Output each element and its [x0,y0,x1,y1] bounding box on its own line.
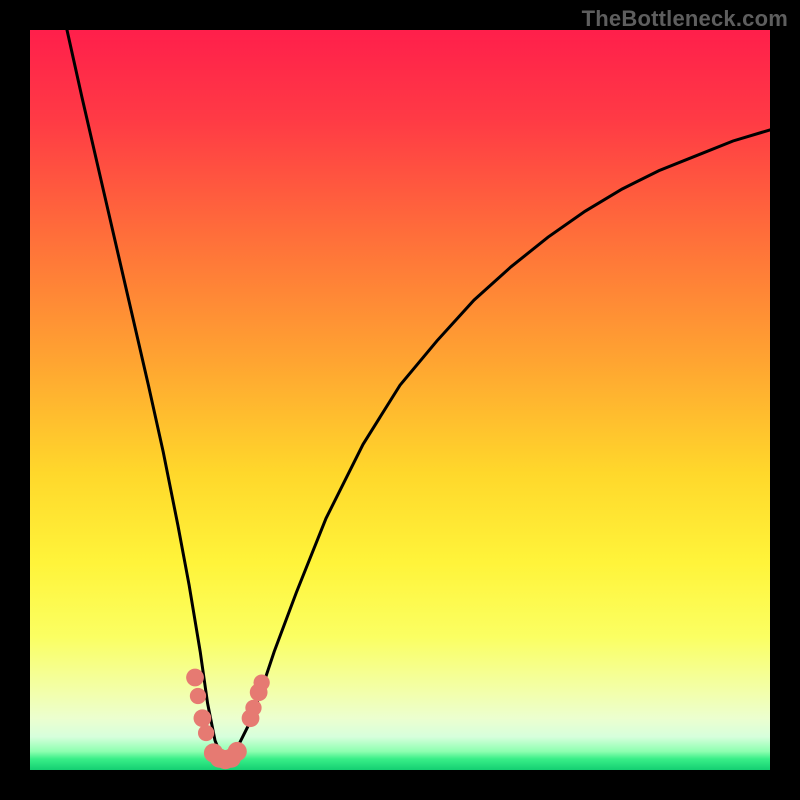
watermark-label: TheBottleneck.com [582,6,788,32]
curve-layer [30,30,770,770]
plot-area [30,30,770,770]
marker-dot [194,709,212,727]
marker-dot [228,742,247,761]
chart-frame: TheBottleneck.com [0,0,800,800]
bottleneck-curve [67,30,770,759]
curve-markers [186,669,270,770]
marker-dot [198,725,214,741]
marker-dot [245,700,261,716]
marker-dot [186,669,204,687]
marker-dot [190,688,206,704]
marker-dot [253,675,269,691]
